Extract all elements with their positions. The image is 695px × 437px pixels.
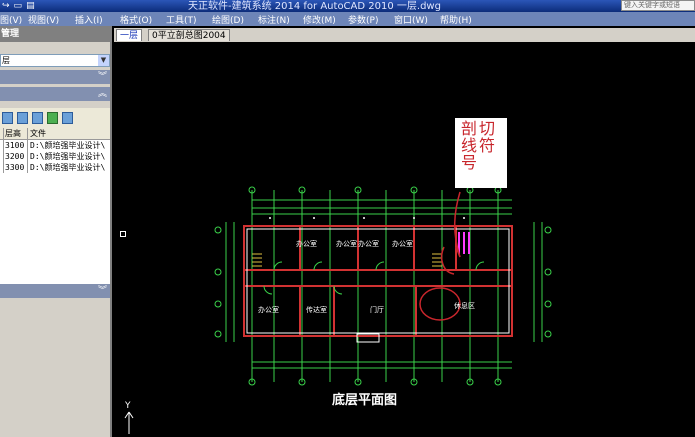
ucs-icon [124,411,134,434]
annotation-char: 切 [479,119,496,138]
section-symbol [458,232,470,254]
menu-window[interactable]: 窗口(W) [394,13,428,26]
annotation-char: 号 [461,153,478,172]
collapse-section-3[interactable]: ︾ [0,284,110,298]
table-row[interactable]: 3300 D:\颜培强毕业设计\ [0,162,110,173]
menu-insert[interactable]: 插入(I) [75,13,103,26]
drawing-tabs: 一层 0平立剖总图2004 [114,28,695,42]
tab-elevation-2004[interactable]: 0平立剖总图2004 [148,29,230,41]
annotation-char: 线 [461,136,478,155]
table-header: 层高 文件 [0,128,110,140]
double-chevron-up-icon[interactable]: ︽ [98,87,107,101]
row-height: 3300 [4,162,28,173]
floor-combo[interactable]: 层 ▼ [0,54,110,67]
menu-view-partial[interactable]: 图(V) [0,13,22,26]
floor-manager-panel: 管理 层 ▼ ︾ ︽ 层高 文件 3100 D:\颜培强毕业设计\ 3200 D… [0,26,112,437]
window-title: 天正软件-建筑系统 2014 for AutoCAD 2010 一层.dwg [188,1,441,12]
floor-combo-value: 层 [2,56,10,65]
row-file: D:\颜培强毕业设计\ [30,163,106,172]
room-label: 休息区 [454,301,475,310]
grid-markers [269,217,465,219]
collapse-section-2[interactable]: ︽ [0,87,110,101]
double-chevron-down-icon[interactable]: ︾ [98,284,107,298]
annotation-note: 剖 切 线 符 号 [455,118,507,188]
menu-draw[interactable]: 绘图(D) [212,13,244,26]
annotation-strokes [419,191,461,321]
save-icon[interactable]: ▤ [26,1,35,11]
menu-dimension[interactable]: 标注(N) [258,13,290,26]
collapse-section-1[interactable]: ︾ [0,70,110,84]
chevron-down-icon[interactable]: ▼ [98,55,109,66]
open-file-icon[interactable] [32,112,43,124]
row-height: 3100 [4,140,28,151]
drawing-canvas[interactable]: 办公室 办公室 办公室 办公室 办公室 传达室 门厅 休息区 底层平面图 Y 剖… [114,42,695,437]
grip-box[interactable] [120,231,126,237]
room-label: 门厅 [370,305,384,314]
room-label: 传达室 [306,305,327,314]
panel-title: 管理 [0,26,110,42]
room-label: 办公室 [336,239,357,248]
table-row[interactable]: 3200 D:\颜培强毕业设计\ [0,151,110,162]
room-label: 办公室 [258,305,279,314]
check-icon[interactable] [47,112,58,124]
menu-tools[interactable]: 工具(T) [166,13,197,26]
panel-empty-area [0,298,110,437]
search-input[interactable]: 键入关键字或短语 [621,0,695,11]
room-label: 办公室 [296,239,317,248]
room-label: 办公室 [392,239,413,248]
menu-bar: 图(V) 视图(V) 插入(I) 格式(O) 工具(T) 绘图(D) 标注(N)… [0,12,695,26]
table-row[interactable]: 3100 D:\颜培强毕业设计\ [0,140,110,151]
copy-floor-icon[interactable] [17,112,28,124]
redo-icon[interactable]: ↪ [2,1,10,11]
annotation-char: 剖 [461,119,478,138]
floor-table: 层高 文件 3100 D:\颜培强毕业设计\ 3200 D:\颜培强毕业设计\ … [0,128,110,284]
menu-help[interactable]: 帮助(H) [440,13,472,26]
row-file: D:\颜培强毕业设计\ [30,141,106,150]
menu-format[interactable]: 格式(O) [120,13,152,26]
row-file: D:\颜培强毕业设计\ [30,152,106,161]
ucs-y-label: Y [124,401,131,411]
add-floor-icon[interactable] [2,112,13,124]
menu-parameter[interactable]: 参数(P) [348,13,378,26]
row-height: 3200 [4,151,28,162]
double-chevron-down-icon[interactable]: ︾ [98,70,107,84]
quick-access-toolbar: ↪ ▭ ▤ [0,0,35,12]
room-label: 办公室 [358,239,379,248]
menu-modify[interactable]: 修改(M) [303,13,336,26]
title-bar: ↪ ▭ ▤ 天正软件-建筑系统 2014 for AutoCAD 2010 一层… [0,0,695,12]
building-icon[interactable] [62,112,73,124]
menu-view[interactable]: 视图(V) [28,13,59,26]
annotation-char: 符 [479,136,496,155]
drawing-caption: 底层平面图 [332,392,397,408]
doors [263,261,485,295]
col-file: 文件 [30,129,46,138]
col-height: 层高 [4,128,28,139]
tab-first-floor[interactable]: 一层 [116,29,143,41]
floor-plan-drawing: 办公室 办公室 办公室 办公室 办公室 传达室 门厅 休息区 底层平面图 Y [124,186,552,434]
floor-toolbar [0,108,110,128]
print-icon[interactable]: ▭ [14,1,23,11]
